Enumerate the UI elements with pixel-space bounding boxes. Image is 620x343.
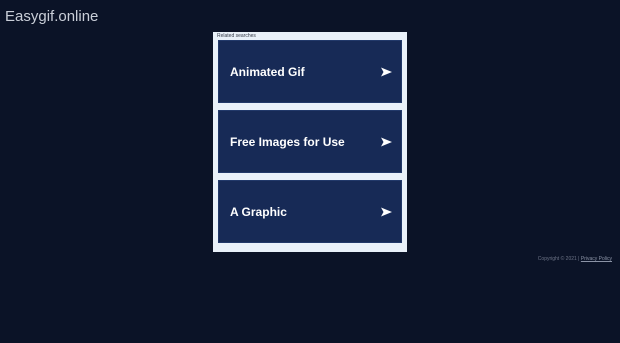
arrow-right-icon <box>381 67 392 76</box>
privacy-policy-link[interactable]: Privacy Policy <box>581 256 612 262</box>
related-search-label: Animated Gif <box>230 64 305 79</box>
related-searches-header: Related searches <box>217 33 256 39</box>
related-search-label: Free Images for Use <box>230 134 345 149</box>
site-title[interactable]: Easygif.online <box>5 8 98 25</box>
related-searches-panel: Related searches Animated Gif Free Image… <box>213 32 407 252</box>
related-search-a-graphic[interactable]: A Graphic <box>218 180 402 243</box>
related-search-free-images-for-use[interactable]: Free Images for Use <box>218 110 402 173</box>
page: Easygif.online Related searches Animated… <box>0 0 620 343</box>
arrow-right-icon <box>381 137 392 146</box>
related-search-label: A Graphic <box>230 204 287 219</box>
related-search-animated-gif[interactable]: Animated Gif <box>218 40 402 103</box>
copyright-text: Copyright © 2021 | <box>537 256 580 262</box>
arrow-right-icon <box>381 207 392 216</box>
footer: Copyright © 2021 | Privacy Policy <box>538 256 612 263</box>
